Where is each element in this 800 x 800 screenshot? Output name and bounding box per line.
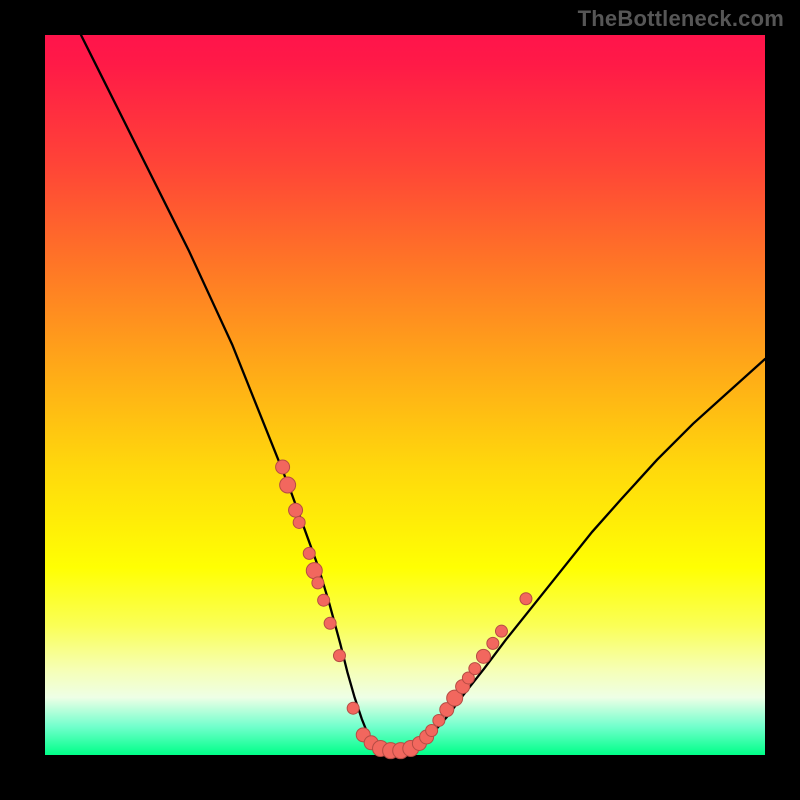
data-point [433, 714, 445, 726]
data-points-group [276, 460, 532, 759]
data-point [520, 593, 532, 605]
data-point [426, 725, 438, 737]
chart-overlay [45, 35, 765, 755]
chart-container: { "watermark": "TheBottleneck.com", "col… [0, 0, 800, 800]
data-point [476, 649, 490, 663]
data-point [487, 637, 499, 649]
data-point [312, 577, 324, 589]
data-point [333, 650, 345, 662]
data-point [469, 663, 481, 675]
data-point [276, 460, 290, 474]
data-point [303, 547, 315, 559]
data-point [293, 516, 305, 528]
data-point [495, 625, 507, 637]
data-point [318, 594, 330, 606]
data-point [324, 617, 336, 629]
data-point [280, 477, 296, 493]
data-point [347, 702, 359, 714]
data-point [306, 563, 322, 579]
watermark-text: TheBottleneck.com [578, 6, 784, 32]
bottleneck-curve [81, 35, 765, 751]
data-point [289, 503, 303, 517]
